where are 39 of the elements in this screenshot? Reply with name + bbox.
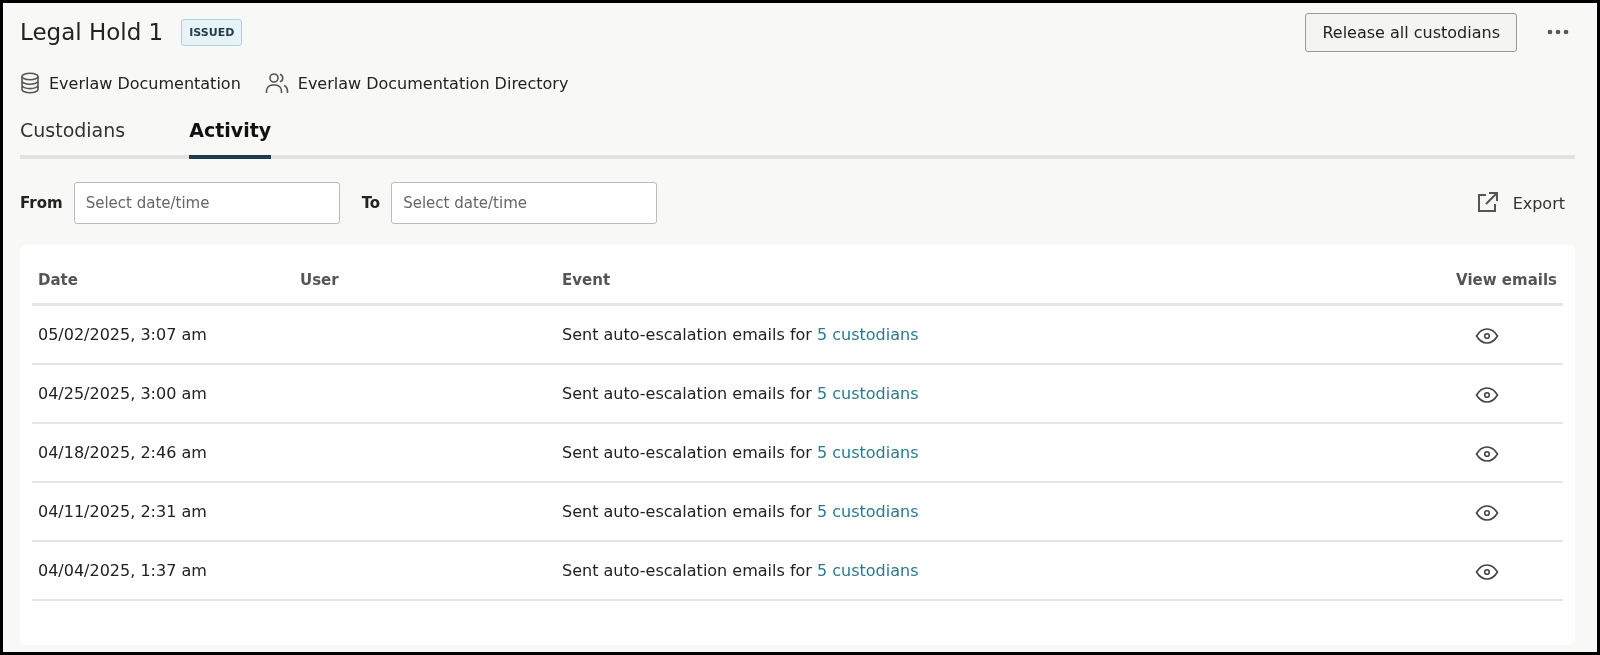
event-text: Sent auto-escalation emails for 5 custodians — [562, 502, 919, 521]
date-cell: 04/11/2025, 2:31 am — [38, 502, 207, 521]
view-icon[interactable] — [1475, 327, 1499, 344]
event-text: Sent auto-escalation emails for 5 custodians — [562, 384, 919, 403]
date-cell: 04/18/2025, 2:46 am — [38, 443, 207, 462]
view-icon[interactable] — [1475, 563, 1499, 580]
custodians-link[interactable]: 5 custodians — [817, 502, 919, 521]
to-label: To — [361, 194, 381, 212]
view-icon[interactable] — [1475, 445, 1499, 462]
export-button[interactable]: Export — [1474, 191, 1565, 215]
custodians-link[interactable]: 5 custodians — [817, 443, 919, 462]
date-cell: 05/02/2025, 3:07 am — [38, 325, 207, 344]
tab[interactable]: Custodians — [20, 111, 126, 159]
event-text: Sent auto-escalation emails for 5 custodians — [562, 325, 919, 344]
view-icon[interactable] — [1475, 504, 1499, 521]
from-label: From — [20, 194, 63, 212]
column-header: Event — [562, 271, 611, 289]
people-icon — [264, 71, 289, 95]
more-icon[interactable] — [1547, 29, 1569, 35]
date-input-field[interactable]: Select date/time — [73, 182, 340, 224]
release-button[interactable]: Release all custodians — [1305, 12, 1517, 52]
custodians-link[interactable]: 5 custodians — [817, 561, 919, 580]
event-text: Sent auto-escalation emails for 5 custodians — [562, 443, 919, 462]
column-header: Date — [38, 271, 78, 289]
custodians-link[interactable]: 5 custodians — [817, 384, 919, 403]
date-cell: 04/25/2025, 3:00 am — [38, 384, 207, 403]
database-icon — [20, 72, 40, 94]
date-input-field[interactable]: Select date/time — [391, 182, 658, 224]
page-title: Legal Hold 1 — [20, 19, 164, 45]
custodians-link[interactable]: 5 custodians — [817, 325, 919, 344]
meta-label: Everlaw Documentation — [49, 73, 241, 93]
date-cell: 04/04/2025, 1:37 am — [38, 561, 207, 580]
meta-label: Everlaw Documentation Directory — [297, 73, 569, 93]
tab[interactable]: Activity — [189, 111, 272, 159]
column-header: User — [300, 271, 339, 289]
event-text: Sent auto-escalation emails for 5 custodians — [562, 561, 919, 580]
status-badge: ISSUED — [181, 18, 243, 46]
column-header: View emails — [1456, 271, 1557, 289]
view-icon[interactable] — [1475, 386, 1499, 403]
